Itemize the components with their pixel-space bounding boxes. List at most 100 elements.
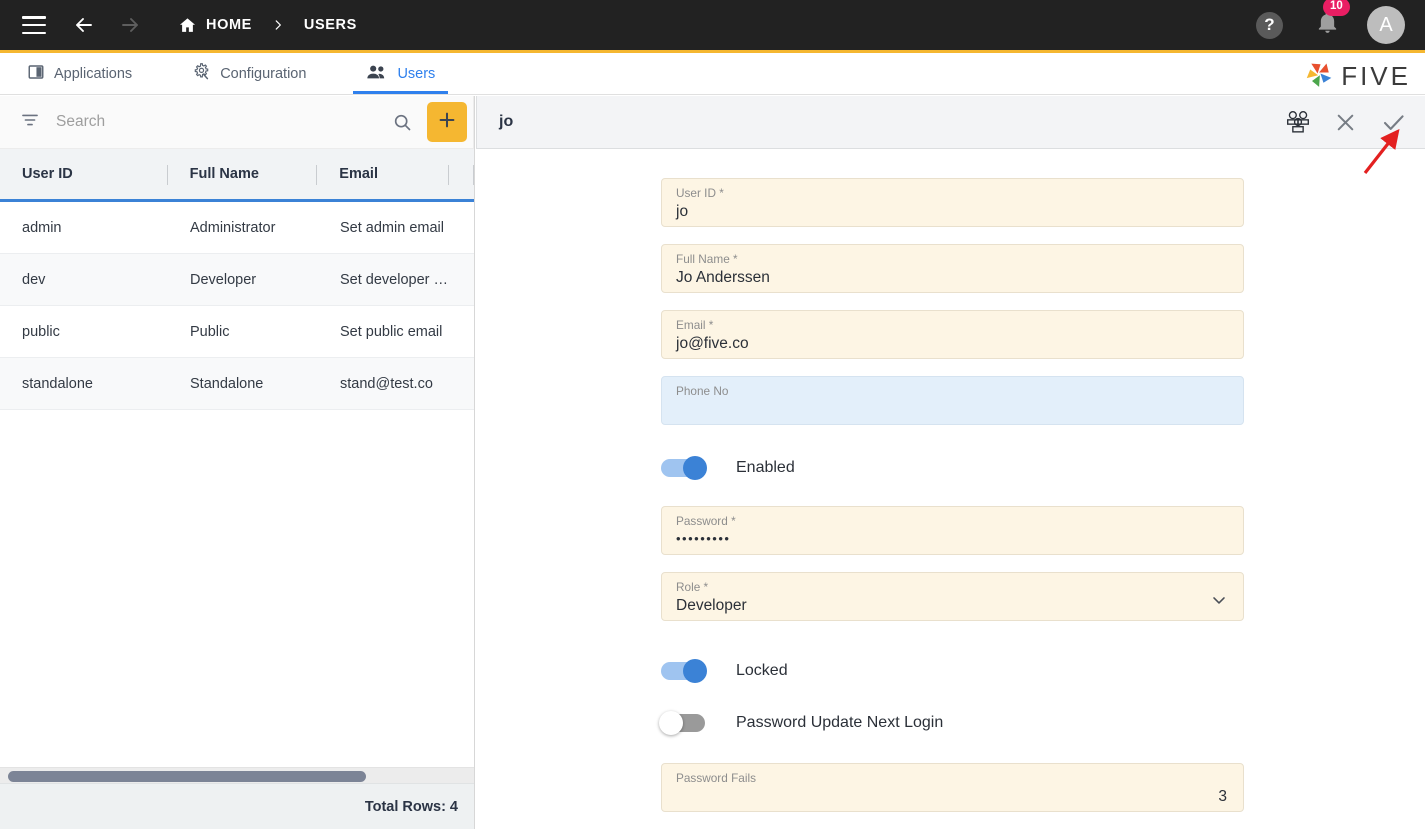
locked-toggle-row: Locked — [661, 657, 1244, 685]
user-id-value: jo — [676, 202, 689, 220]
topbar-right-actions: ? 10 A — [1256, 0, 1425, 44]
breadcrumb: HOME USERS — [178, 16, 357, 35]
notification-badge-count: 10 — [1323, 0, 1350, 17]
breadcrumb-home-link[interactable]: HOME — [206, 17, 252, 33]
close-icon[interactable] — [1333, 110, 1358, 135]
locked-toggle[interactable] — [661, 659, 707, 683]
user-form: User ID * jo Full Name * Jo Anderssen Em… — [476, 150, 1425, 829]
phone-no-label: Phone No — [676, 384, 729, 398]
cell-full-name: Developer — [190, 271, 257, 288]
email-value: jo@five.co — [676, 334, 749, 352]
toggle-knob — [683, 456, 707, 480]
horizontal-scrollbar[interactable] — [0, 767, 474, 783]
scrollbar-thumb[interactable] — [8, 771, 366, 782]
phone-no-field[interactable]: Phone No — [661, 376, 1244, 425]
user-id-field[interactable]: User ID * jo — [661, 178, 1244, 227]
save-check-icon[interactable] — [1380, 109, 1407, 136]
password-update-toggle-row: Password Update Next Login — [659, 709, 1244, 737]
users-group-icon — [366, 63, 388, 85]
arrow-back-icon[interactable] — [72, 13, 96, 37]
password-update-next-login-toggle[interactable] — [659, 711, 705, 735]
tab-bar: Applications Configuration Users FIVE — [0, 53, 1425, 95]
tab-label-configuration: Configuration — [220, 65, 307, 82]
cell-user-id: public — [22, 323, 60, 340]
role-label: Role * — [676, 580, 709, 594]
breadcrumb-current-page[interactable]: USERS — [304, 17, 357, 33]
toggle-knob — [659, 711, 683, 735]
cell-user-id: standalone — [22, 375, 93, 392]
users-list-panel: User ID Full Name Email admin Administra… — [0, 96, 475, 829]
column-header-extra[interactable] — [449, 149, 475, 199]
password-fails-value: 3 — [1218, 787, 1227, 805]
full-name-value: Jo Anderssen — [676, 268, 770, 286]
add-user-button[interactable] — [427, 102, 467, 142]
top-app-bar: HOME USERS ? 10 A — [0, 0, 1425, 53]
enabled-toggle[interactable] — [661, 456, 707, 480]
brand-name: FIVE — [1341, 61, 1411, 91]
cell-full-name: Public — [190, 323, 230, 340]
search-bar — [0, 96, 474, 149]
chevron-down-icon[interactable] — [1209, 590, 1229, 615]
email-label: Email * — [676, 318, 714, 332]
hamburger-menu-icon[interactable] — [22, 16, 46, 34]
user-detail-panel: jo User ID * jo Full Name * Jo Anderssen… — [476, 96, 1425, 829]
table-row[interactable]: public Public Set public email — [0, 306, 474, 358]
tab-users[interactable]: Users — [353, 53, 449, 94]
password-field[interactable]: Password * ••••••••• — [661, 506, 1244, 555]
tab-label-applications: Applications — [54, 65, 133, 82]
user-groups-icon[interactable] — [1285, 110, 1311, 134]
cell-user-id: admin — [22, 219, 62, 236]
email-field[interactable]: Email * jo@five.co — [661, 310, 1244, 359]
enabled-toggle-row: Enabled — [661, 454, 1244, 482]
cell-full-name: Standalone — [190, 375, 264, 392]
table-body: admin Administrator Set admin email dev … — [0, 202, 474, 410]
search-input[interactable] — [56, 113, 382, 131]
arrow-forward-icon — [118, 13, 142, 37]
password-fails-label: Password Fails — [676, 771, 756, 785]
tab-configuration[interactable]: Configuration — [179, 53, 319, 94]
password-value: ••••••••• — [676, 530, 731, 546]
table-row[interactable]: admin Administrator Set admin email — [0, 202, 474, 254]
configuration-gear-icon — [192, 62, 211, 85]
page-title: jo — [499, 113, 514, 130]
password-fails-field[interactable]: Password Fails 3 — [661, 763, 1244, 812]
avatar[interactable]: A — [1367, 6, 1405, 44]
cell-email: Set public email — [340, 323, 443, 340]
home-icon[interactable] — [178, 16, 197, 35]
password-label: Password * — [676, 514, 736, 528]
locked-toggle-label: Locked — [736, 662, 788, 679]
search-icon[interactable] — [382, 112, 423, 133]
table-row[interactable]: standalone Standalone stand@test.co — [0, 358, 474, 410]
table-footer: Total Rows: 4 — [0, 783, 474, 829]
toggle-knob — [683, 659, 707, 683]
table-header-row: User ID Full Name Email — [0, 149, 475, 202]
password-update-toggle-label: Password Update Next Login — [736, 714, 944, 731]
cell-email: Set developer em… — [340, 271, 450, 288]
tab-applications[interactable]: Applications — [14, 53, 145, 94]
cell-user-id: dev — [22, 271, 46, 288]
filter-icon[interactable] — [20, 110, 40, 135]
role-field[interactable]: Role * Developer — [661, 572, 1244, 621]
full-name-label: Full Name * — [676, 252, 738, 266]
cell-full-name: Administrator — [190, 219, 276, 236]
role-value: Developer — [676, 596, 747, 614]
user-id-label: User ID * — [676, 186, 724, 200]
column-header-email[interactable]: Email — [317, 149, 449, 199]
total-rows-label: Total Rows: 4 — [364, 798, 458, 815]
five-pinwheel-logo-icon — [1304, 59, 1334, 94]
tab-label-users: Users — [397, 65, 436, 82]
brand-logo: FIVE — [1304, 59, 1425, 94]
plus-icon — [436, 109, 458, 136]
help-icon[interactable]: ? — [1256, 11, 1283, 39]
chevron-right-icon — [271, 18, 285, 32]
enabled-toggle-label: Enabled — [736, 459, 795, 476]
detail-panel-header: jo — [476, 96, 1425, 149]
column-header-user-id[interactable]: User ID — [0, 149, 168, 199]
notification-bell-icon[interactable]: 10 — [1315, 0, 1350, 40]
detail-panel-actions — [1285, 109, 1407, 136]
applications-icon — [27, 63, 45, 85]
cell-email: stand@test.co — [340, 375, 433, 392]
table-row[interactable]: dev Developer Set developer em… — [0, 254, 474, 306]
column-header-full-name[interactable]: Full Name — [168, 149, 318, 199]
full-name-field[interactable]: Full Name * Jo Anderssen — [661, 244, 1244, 293]
